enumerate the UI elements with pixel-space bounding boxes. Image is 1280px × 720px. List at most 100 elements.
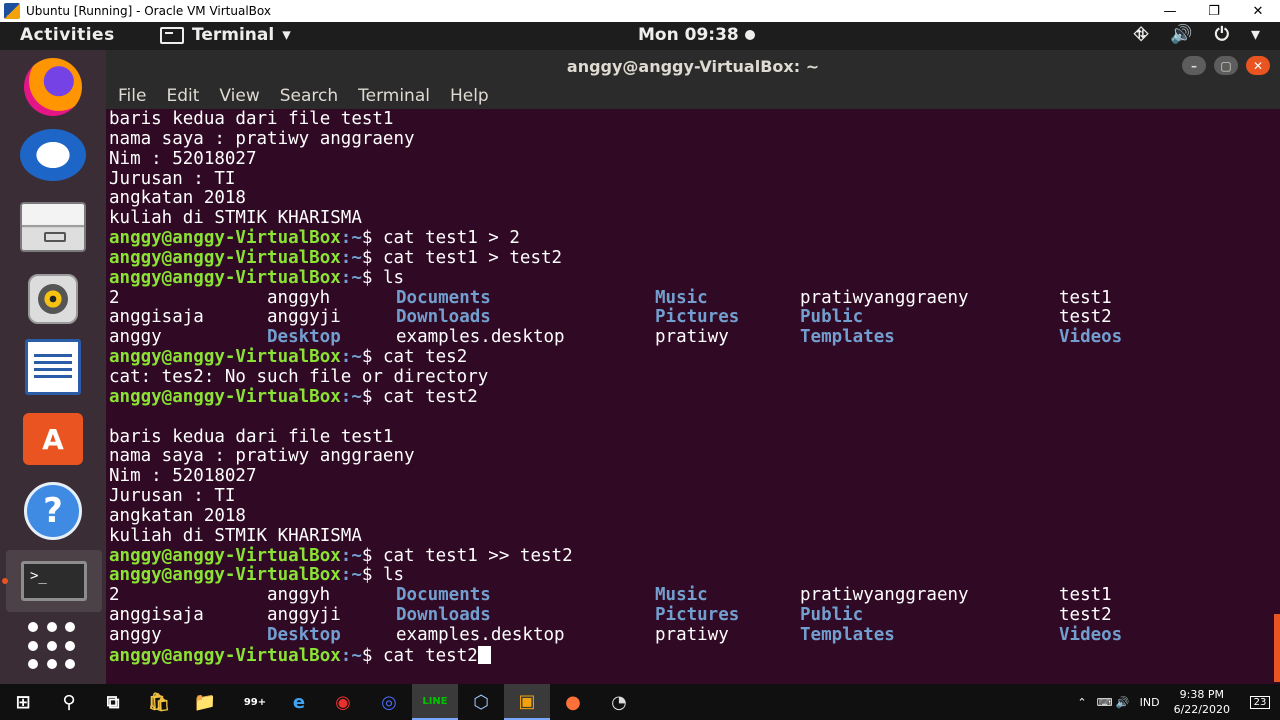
output-line: angkatan 2018 <box>109 505 246 526</box>
menu-help[interactable]: Help <box>450 86 489 106</box>
windows-taskbar: ⊞ ⚲ ⧉ 🛍 📁 99+ e ◉ ◎ LINE ⬡ ▣ ● ◔ ⌃ ⌨ 🔊 IND 9:38 PM 6/… <box>0 684 1280 720</box>
system-tray[interactable]: ⛗ 🔊 ⏻ ▾ <box>1134 24 1260 45</box>
taskbar-app-blue[interactable]: ◎ <box>366 684 412 720</box>
directory-entry: Videos <box>1059 327 1123 348</box>
dock-help[interactable]: ? <box>14 480 92 542</box>
directory-entry: Downloads <box>396 605 491 626</box>
taskbar-mail-badge[interactable]: 99+ <box>232 684 278 720</box>
directory-entry: Templates <box>800 624 895 645</box>
taskbar-search[interactable]: ⚲ <box>46 684 92 720</box>
taskbar-windows-start[interactable]: ⊞ <box>0 684 46 720</box>
host-window-title: Ubuntu [Running] - Oracle VM VirtualBox <box>26 4 271 18</box>
edge-icon: e <box>292 691 306 713</box>
command-text: cat test1 > 2 <box>382 228 520 249</box>
menu-view[interactable]: View <box>219 86 259 106</box>
file-entry: examples.desktop <box>396 327 565 348</box>
scrollbar-thumb[interactable] <box>1274 614 1280 682</box>
menu-terminal[interactable]: Terminal <box>358 86 430 106</box>
directory-entry: Videos <box>1059 624 1123 645</box>
language-indicator[interactable]: IND <box>1140 696 1160 709</box>
taskbar-file-explorer[interactable]: 📁 <box>182 684 228 720</box>
prompt-symbol: $ <box>361 565 383 586</box>
taskbar-microsoft-store[interactable]: 🛍 <box>136 684 182 720</box>
dock-rhythmbox[interactable] <box>14 268 92 330</box>
prompt-line: anggy@anggy-VirtualBox:~$ ls <box>109 267 1179 289</box>
dock-files[interactable] <box>14 196 92 258</box>
directory-entry: Documents <box>396 287 491 308</box>
prompt-path: :~ <box>340 545 362 566</box>
directory-entry: Downloads <box>396 307 491 328</box>
directory-entry: Desktop <box>267 624 341 645</box>
apps-grid-icon <box>28 622 78 672</box>
directory-entry: Music <box>655 287 708 308</box>
terminal-titlebar[interactable]: anggy@anggy-VirtualBox: ~ – ▢ ✕ <box>106 50 1280 82</box>
ls-output-row: 2 anggyh Documents Music pratiwyanggraeny tes… <box>109 585 1179 606</box>
menu-file[interactable]: File <box>118 86 146 106</box>
dock-terminal[interactable]: >_ <box>6 550 102 612</box>
taskbar-edge[interactable]: e <box>276 684 322 720</box>
file-entry: test1 <box>1059 287 1112 308</box>
obs-icon: ◔ <box>611 691 627 713</box>
maximize-icon[interactable]: ▢ <box>1214 56 1238 75</box>
file-entry: anggisaja <box>109 307 204 328</box>
dock-thunderbird[interactable] <box>14 124 92 186</box>
taskbar-virtualbox-cube[interactable]: ⬡ <box>458 684 504 720</box>
dock-firefox[interactable] <box>14 56 92 118</box>
gnome-top-bar: Activities Terminal ▾ Mon 09:38 ⛗ 🔊 ⏻ ▾ <box>0 22 1280 50</box>
directory-entry: Desktop <box>267 327 341 348</box>
prompt-line: anggy@anggy-VirtualBox:~$ cat test2 <box>109 387 1179 408</box>
taskbar-obs[interactable]: ◔ <box>596 684 642 720</box>
terminal-scrollbar[interactable] <box>1274 109 1280 684</box>
prompt-path: :~ <box>340 267 362 288</box>
directory-entry: Public <box>800 307 864 328</box>
taskbar-virtualbox[interactable]: ▣ <box>504 684 550 720</box>
file-entry: anggy <box>109 624 162 645</box>
taskbar-firefox[interactable]: ● <box>550 684 596 720</box>
tray-icons[interactable]: ⌨ 🔊 <box>1097 696 1130 709</box>
close-icon[interactable]: ✕ <box>1236 0 1280 22</box>
output-line: kuliah di STMIK KHARISMA <box>109 208 362 229</box>
software-icon: A <box>23 413 83 465</box>
prompt-line: anggy@anggy-VirtualBox:~$ ls <box>109 565 1179 586</box>
notification-count: 23 <box>1249 695 1271 709</box>
close-icon[interactable]: ✕ <box>1246 56 1270 75</box>
prompt-symbol: $ <box>361 347 383 368</box>
minimize-icon[interactable]: — <box>1148 0 1192 22</box>
menu-edit[interactable]: Edit <box>166 86 199 106</box>
mail-icon <box>20 129 86 181</box>
output-line: baris kedua dari file test1 <box>109 426 394 447</box>
network-icon: ⛗ <box>1133 24 1149 45</box>
directory-entry: Pictures <box>655 605 740 626</box>
activities-button[interactable]: Activities <box>20 25 115 45</box>
prompt-symbol: $ <box>361 267 383 288</box>
taskbar-clock[interactable]: 9:38 PM 6/22/2020 <box>1174 687 1230 717</box>
ls-output-row: anggy Desktop examples.desktop pratiwy Templ… <box>109 624 1179 646</box>
notification-center-button[interactable]: 23 <box>1240 684 1280 720</box>
dock-show-applications[interactable] <box>14 616 92 678</box>
terminal-window-title: anggy@anggy-VirtualBox: ~ <box>566 56 820 76</box>
file-entry: pratiwyanggraeny <box>800 287 969 308</box>
menu-search[interactable]: Search <box>280 86 338 106</box>
dock-writer[interactable] <box>14 336 92 398</box>
prompt-symbol: $ <box>361 247 383 268</box>
tray-chevron-icon[interactable]: ⌃ <box>1077 696 1086 709</box>
taskbar-task-view[interactable]: ⧉ <box>90 684 136 720</box>
file-entry: 2 <box>109 585 120 606</box>
output-line: kuliah di STMIK KHARISMA <box>109 525 362 546</box>
dock-software[interactable]: A <box>14 408 92 470</box>
terminal-menubar: File Edit View Search Terminal Help <box>106 82 1280 109</box>
help-icon: ? <box>24 482 82 540</box>
ls-output-row: anggy Desktop examples.desktop pratiwy Templ… <box>109 327 1179 348</box>
search-icon: ⚲ <box>62 691 76 713</box>
terminal-output[interactable]: baris kedua dari file test1 nama saya : p… <box>106 109 1274 684</box>
clock-button[interactable]: Mon 09:38 <box>638 25 755 45</box>
prompt-symbol: $ <box>361 228 383 249</box>
taskbar-line[interactable]: LINE <box>412 684 458 720</box>
prompt-user: anggy@anggy-VirtualBox <box>109 267 341 288</box>
directory-entry: Pictures <box>655 307 740 328</box>
app-menu[interactable]: Terminal ▾ <box>160 25 291 45</box>
taskbar-app-red[interactable]: ◉ <box>320 684 366 720</box>
minimize-icon[interactable]: – <box>1182 56 1206 75</box>
restore-icon[interactable]: ❐ <box>1192 0 1236 22</box>
